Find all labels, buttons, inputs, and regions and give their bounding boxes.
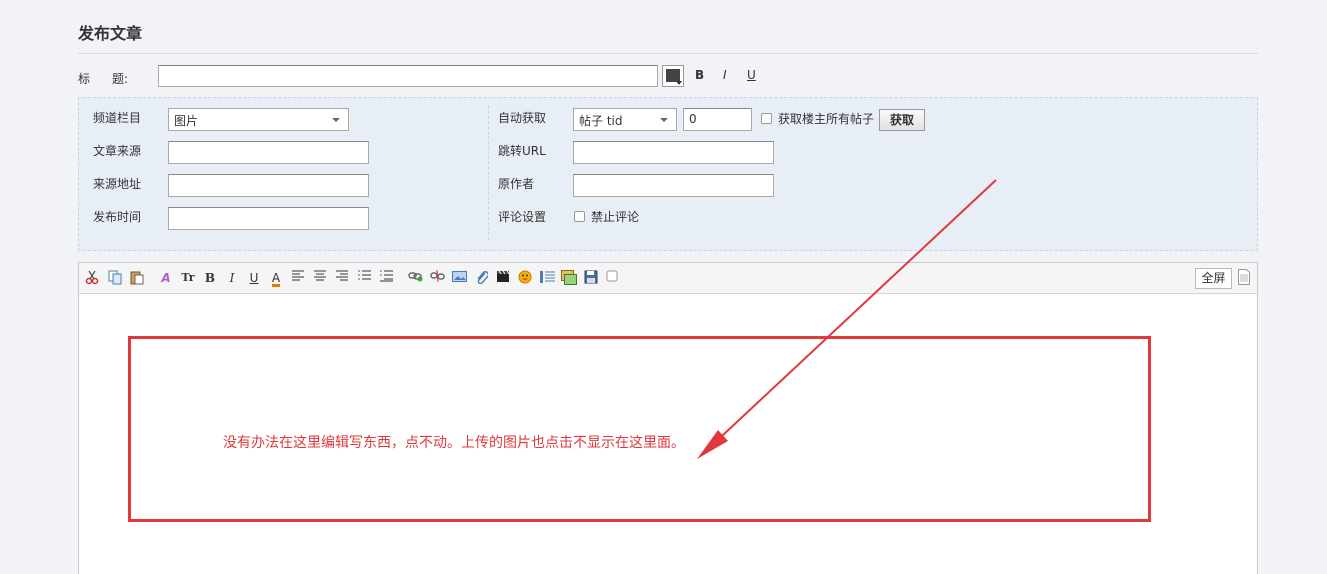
- divider: [78, 53, 1258, 54]
- align-left-icon[interactable]: [289, 269, 307, 287]
- font-color-icon[interactable]: A: [267, 269, 285, 287]
- publish-time-label: 发布时间: [93, 210, 142, 224]
- annotation-box: [128, 336, 1151, 522]
- font-family-icon[interactable]: A: [157, 269, 175, 287]
- font-size-icon[interactable]: Tr: [179, 269, 197, 287]
- checkbox-icon[interactable]: [603, 269, 621, 287]
- redirect-url-input[interactable]: [573, 141, 774, 164]
- cut-icon[interactable]: [83, 269, 101, 287]
- annotation-text: 没有办法在这里编辑写东西，点不动。上传的图片也点击不显示在这里面。: [223, 435, 685, 451]
- copy-icon[interactable]: [106, 269, 124, 287]
- author-label: 原作者: [498, 177, 535, 191]
- quote-icon[interactable]: [538, 269, 556, 287]
- emoji-icon[interactable]: [516, 269, 534, 287]
- channel-select[interactable]: 图片: [168, 108, 349, 131]
- save-icon[interactable]: [582, 269, 600, 287]
- source-url-input[interactable]: [168, 174, 369, 197]
- channel-label: 频道栏目: [93, 111, 142, 125]
- settings-panel: 频道栏目 图片 文章来源 来源地址 发布时间 自动获取 帖子 tid 0 获取楼…: [78, 97, 1258, 251]
- fetch-button[interactable]: 获取: [879, 109, 925, 131]
- redirect-url-label: 跳转URL: [498, 144, 546, 158]
- author-input[interactable]: [573, 174, 774, 197]
- unordered-list-icon[interactable]: [377, 269, 395, 287]
- unlink-icon[interactable]: [428, 269, 446, 287]
- fetch-type-select[interactable]: 帖子 tid: [573, 108, 677, 131]
- auto-fetch-label: 自动获取: [498, 111, 547, 125]
- comment-label: 评论设置: [498, 210, 547, 224]
- tid-input[interactable]: 0: [683, 108, 752, 131]
- video-icon[interactable]: [494, 269, 512, 287]
- bold-icon[interactable]: B: [201, 269, 219, 287]
- align-right-icon[interactable]: [333, 269, 351, 287]
- disable-comment-label: 禁止评论: [591, 210, 640, 224]
- fetch-all-checkbox[interactable]: [761, 113, 772, 124]
- link-icon[interactable]: [406, 269, 424, 287]
- source-input[interactable]: [168, 141, 369, 164]
- title-italic-button[interactable]: I: [723, 68, 727, 82]
- chevron-down-icon: [660, 118, 668, 122]
- dropdown-arrow-icon: [676, 81, 682, 85]
- attachment-icon[interactable]: [472, 269, 490, 287]
- title-color-button[interactable]: [662, 65, 684, 87]
- paste-icon[interactable]: [128, 269, 146, 287]
- source-mode-icon[interactable]: [1238, 269, 1252, 287]
- source-label: 文章来源: [93, 144, 142, 158]
- chevron-down-icon: [332, 118, 340, 122]
- underline-icon[interactable]: U: [245, 269, 263, 287]
- panel-divider: [488, 106, 489, 240]
- publish-time-input[interactable]: [168, 207, 369, 230]
- insert-image-icon[interactable]: [560, 269, 578, 287]
- editor-toolbar: A Tr B I U A 全屏: [79, 263, 1257, 294]
- title-label: 标题:: [78, 72, 129, 86]
- italic-icon[interactable]: I: [223, 269, 241, 287]
- ordered-list-icon[interactable]: [355, 269, 373, 287]
- disable-comment-checkbox[interactable]: [574, 211, 585, 222]
- page-title: 发布文章: [78, 24, 143, 43]
- title-bold-button[interactable]: B: [695, 68, 704, 82]
- title-underline-button[interactable]: U: [747, 68, 756, 82]
- source-url-label: 来源地址: [93, 177, 142, 191]
- image-icon[interactable]: [450, 269, 468, 287]
- fullscreen-button[interactable]: 全屏: [1195, 268, 1232, 289]
- fetch-all-label: 获取楼主所有帖子: [778, 112, 875, 126]
- align-center-icon[interactable]: [311, 269, 329, 287]
- title-input[interactable]: [158, 65, 658, 87]
